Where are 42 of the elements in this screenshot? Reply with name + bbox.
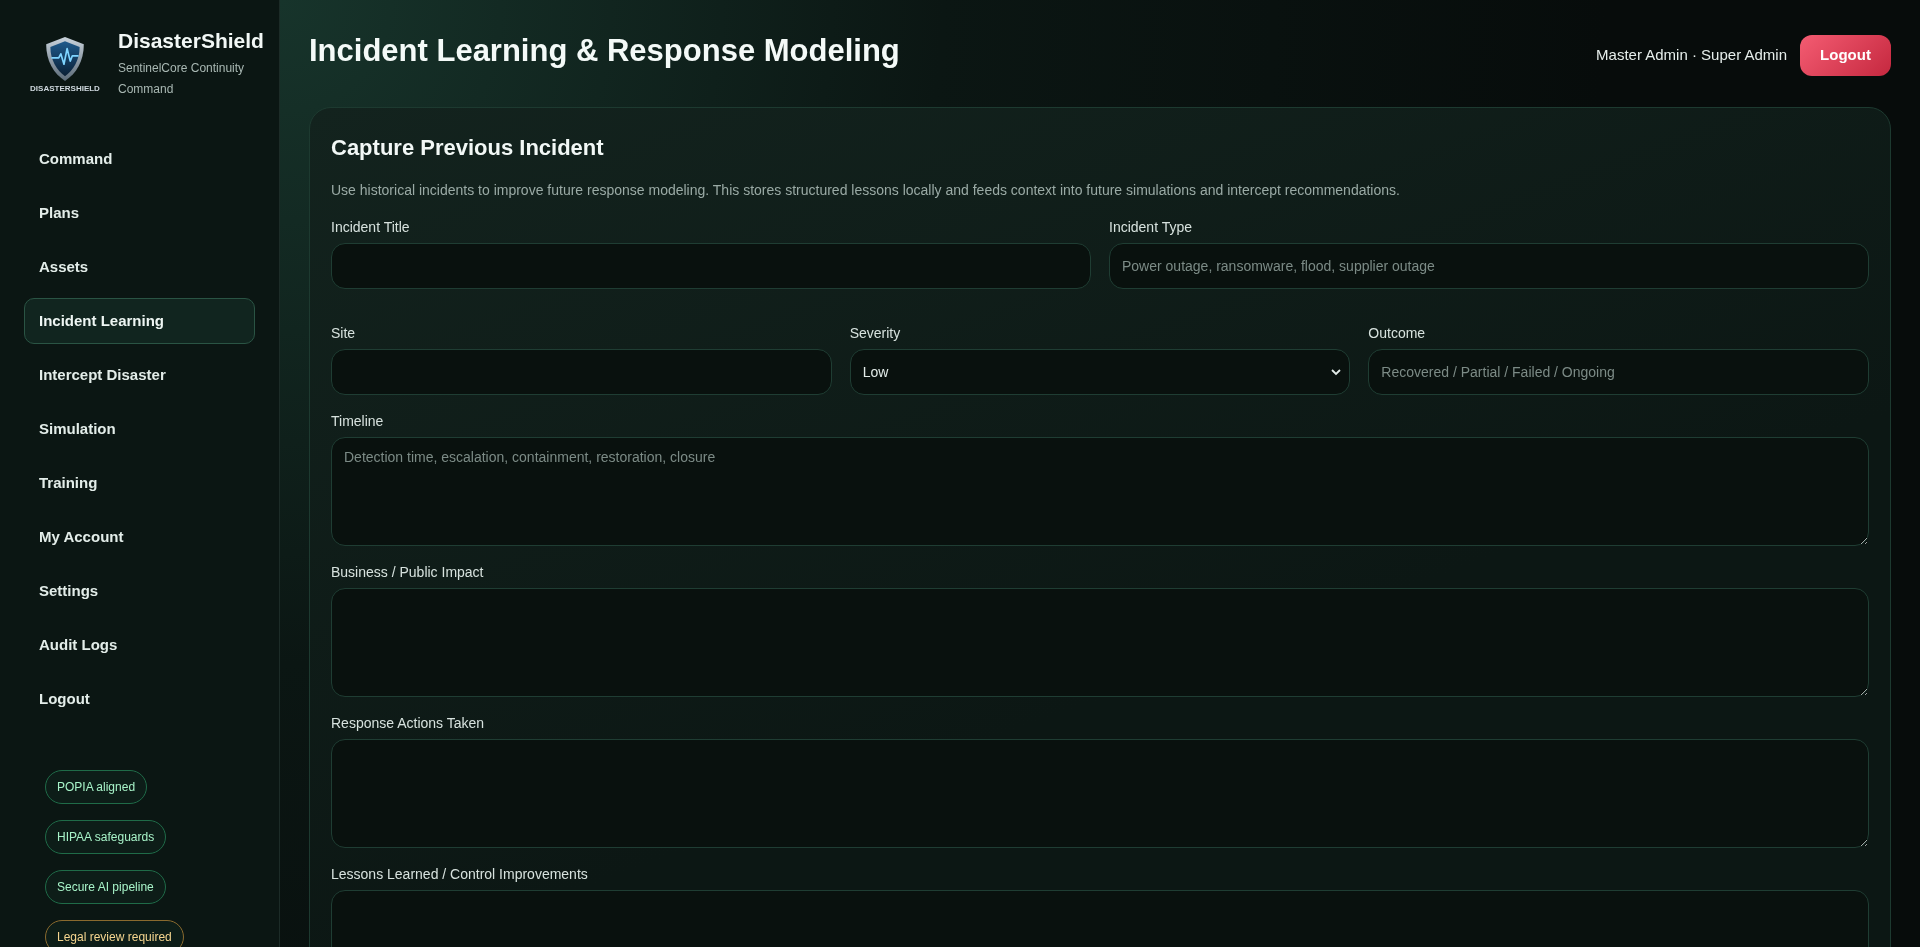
field-label: Severity bbox=[849, 324, 902, 343]
nav-item[interactable]: Assets bbox=[24, 244, 255, 290]
field-label: Incident Type bbox=[1109, 218, 1194, 237]
nav-item[interactable]: Audit Logs bbox=[24, 622, 255, 668]
severity-select[interactable]: Low bbox=[849, 349, 1351, 395]
input-field[interactable]: Recovered / Partial / Failed / Ongoing bbox=[1368, 349, 1869, 395]
nav-item[interactable]: Incident Learning bbox=[24, 298, 255, 344]
card-title: Capture Previous Incident bbox=[331, 134, 605, 162]
field-label: Incident Title bbox=[331, 218, 411, 237]
input-field[interactable] bbox=[331, 243, 1091, 289]
compliance-badge: HIPAA safeguards bbox=[45, 820, 167, 854]
field-label: Lessons Learned / Control Improvements bbox=[331, 865, 589, 884]
field-label: Business / Public Impact bbox=[331, 563, 485, 582]
nav-item[interactable]: Logout bbox=[24, 676, 255, 722]
text-area[interactable] bbox=[331, 588, 1869, 697]
field-label: Outcome bbox=[1368, 324, 1427, 343]
shield-logo-icon bbox=[44, 36, 86, 82]
text-area[interactable] bbox=[331, 739, 1869, 848]
nav-item[interactable]: Training bbox=[24, 460, 255, 506]
chevron-down-icon bbox=[1331, 368, 1342, 376]
field-label: Timeline bbox=[331, 412, 385, 431]
field-label: Site bbox=[331, 324, 357, 343]
field-label: Response Actions Taken bbox=[331, 714, 486, 733]
nav-item[interactable]: Intercept Disaster bbox=[24, 352, 255, 398]
input-field[interactable]: Power outage, ransomware, flood, supplier outage bbox=[1109, 243, 1869, 289]
compliance-badge: POPIA aligned bbox=[45, 770, 148, 804]
brand-tagline: SentinelCore Continuity Command bbox=[118, 60, 246, 98]
user-role: Master Admin · Super Admin bbox=[1596, 45, 1787, 66]
nav-item[interactable]: Settings bbox=[24, 568, 255, 614]
nav-item[interactable]: Command bbox=[24, 136, 255, 182]
input-field[interactable] bbox=[331, 349, 832, 395]
logout-button[interactable]: Logout bbox=[1800, 35, 1891, 76]
brand-name: DisasterShield bbox=[118, 28, 264, 54]
compliance-badge: Secure AI pipeline bbox=[45, 870, 166, 904]
logo-caption: DISASTERSHIELD bbox=[30, 84, 100, 94]
page-title: Incident Learning & Response Modeling bbox=[309, 32, 900, 70]
compliance-badge: Legal review required bbox=[45, 920, 184, 947]
nav-item[interactable]: My Account bbox=[24, 514, 255, 560]
nav-item[interactable]: Plans bbox=[24, 190, 255, 236]
nav-item[interactable]: Simulation bbox=[24, 406, 255, 452]
text-area[interactable]: Detection time, escalation, containment, restoration, closure bbox=[331, 437, 1869, 546]
card-description: Use historical incidents to improve future response modeling. This stores structured lessons locally and feeds context into future simulations and intercept recommendations. bbox=[331, 181, 1401, 200]
